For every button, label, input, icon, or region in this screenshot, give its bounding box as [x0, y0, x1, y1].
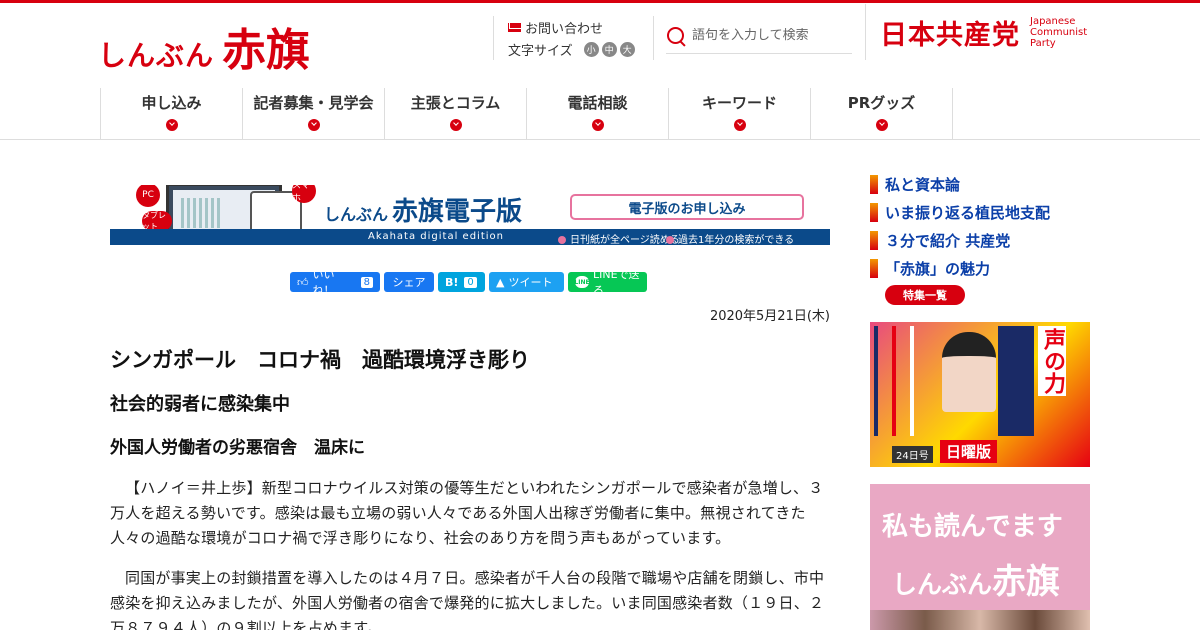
article-subtitle-1: 社会的弱者に感染集中 [110, 394, 290, 415]
nav-item-label: 申し込み [141, 94, 202, 112]
nav-item-label: 電話相談 [567, 94, 628, 112]
chevron-down-icon [449, 119, 462, 131]
link-bar-icon [870, 258, 878, 278]
nav-item-opinion[interactable]: 主張とコラム [385, 88, 527, 140]
banner-point-1: 日刊紙が全ページ読める [558, 231, 680, 246]
chevron-down-icon [733, 119, 746, 131]
sunday-ad-label: 日曜版 [940, 440, 998, 463]
chevron-down-icon [875, 119, 888, 131]
share-buttons: 👍︎ いいね！ 8 シェア B! 0 ▲ ツイート LINE LINEで送る [290, 268, 647, 297]
nav-item-apply[interactable]: 申し込み [101, 88, 243, 140]
article-paragraph-2: 同国が事実上の封鎖措置を導入したのは４月７日。感染者が千人台の段階で職場や店舗を… [110, 569, 825, 630]
search-input[interactable] [692, 28, 842, 43]
sunday-edition-ad[interactable]: 声の力 24日号 日曜版 [870, 322, 1090, 467]
tweet-button[interactable]: ▲ ツイート [489, 272, 564, 292]
search-box [666, 18, 852, 54]
header-utility: お問い合わせ 文字サイズ 小 中 大 [493, 16, 653, 60]
sidebar-link-label: いま振り返る植民地支配 [885, 203, 1051, 222]
nav-item-label: キーワード [701, 94, 777, 112]
line-icon: LINE [574, 276, 590, 288]
banner-subtitle-en: Akahata digital edition [368, 231, 504, 242]
banner-title: しんぶん 赤旗電子版 [324, 197, 523, 227]
chevron-down-icon [591, 119, 604, 131]
sunday-ad-date: 24日号 [892, 446, 933, 463]
link-bar-icon [870, 174, 878, 194]
font-size-label: 文字サイズ [508, 43, 573, 59]
party-logo[interactable]: 日本共産党 Japanese Communist Party [865, 4, 1105, 60]
font-size-medium-button[interactable]: 中 [601, 41, 617, 57]
article-paragraph-1: 【ハノイ＝井上歩】新型コロナウイルス対策の優等生だといわれたシンガポールで感染者… [110, 479, 824, 547]
font-size-large-button[interactable]: 大 [619, 41, 635, 57]
sunday-ad-title: 声の力 [1038, 326, 1066, 396]
link-bar-icon [870, 230, 878, 250]
search-icon[interactable] [666, 26, 686, 46]
facebook-share-button[interactable]: シェア [384, 272, 434, 292]
article-title: シンガポール コロナ禍 過酷環境浮き彫り [110, 348, 530, 372]
contact-link[interactable]: お問い合わせ [508, 16, 653, 38]
reader-campaign-ad[interactable]: 私も読んでます しんぶん赤旗 [870, 484, 1090, 630]
chevron-down-icon [165, 119, 178, 131]
nav-item-label: 記者募集・見学会 [253, 94, 374, 112]
nav-item-keyword[interactable]: キーワード [669, 88, 811, 140]
sidebar-link-party-intro[interactable]: ３分で紹介 共産党 [870, 226, 1100, 254]
sidebar-link-label: ３分で紹介 共産党 [885, 231, 1011, 250]
tablet-tag: タブレット [142, 211, 172, 229]
nav-item-recruit[interactable]: 記者募集・見学会 [243, 88, 385, 140]
party-name-en: Japanese Communist Party [1030, 15, 1088, 49]
sidebar-link-colonial[interactable]: いま振り返る植民地支配 [870, 198, 1100, 226]
thumbs-up-icon: 👍︎ [297, 275, 309, 289]
nav-item-goods[interactable]: PRグッズ [811, 88, 953, 140]
digital-apply-button[interactable]: 電子版のお申し込み [570, 194, 804, 220]
sidebar-link-akahata-appeal[interactable]: 「赤旗」の魅力 [870, 254, 1100, 282]
article-subtitle-2: 外国人労働者の劣悪宿舎 温床に [110, 438, 365, 458]
smartphone-tag: スマホ [292, 185, 316, 204]
sidebar-feature-links: 私と資本論 いま振り返る植民地支配 ３分で紹介 共産党 「赤旗」の魅力 [870, 170, 1100, 282]
banner-point-2: 過去1年分の検索ができる [666, 231, 794, 246]
facebook-like-button[interactable]: 👍︎ いいね！ 8 [290, 268, 380, 297]
chevron-down-icon [307, 119, 320, 131]
nav-item-label: 主張とコラム [410, 94, 501, 112]
pc-tag: PC [136, 185, 160, 207]
site-logo[interactable]: しんぶん 赤旗 [98, 14, 310, 78]
reader-ad-line1: 私も読んでます [882, 512, 1063, 542]
contact-label: お問い合わせ [525, 21, 604, 37]
like-count: 8 [360, 276, 373, 288]
logo-big-text: 赤旗 [222, 25, 311, 76]
hatena-bookmark-button[interactable]: B! 0 [438, 272, 485, 292]
font-size-control: 文字サイズ 小 中 大 [508, 38, 653, 60]
reader-ad-line2: しんぶん赤旗 [892, 562, 1061, 602]
mail-icon [508, 22, 521, 32]
hatena-icon: B! [445, 275, 459, 289]
nav-item-phone[interactable]: 電話相談 [527, 88, 669, 140]
search-area [653, 16, 865, 60]
party-name-jp: 日本共産党 [880, 19, 1020, 51]
article-date: 2020年5月21日(木) [709, 309, 830, 324]
font-size-small-button[interactable]: 小 [583, 41, 599, 57]
special-list-button[interactable]: 特集一覧 [885, 285, 965, 305]
sidebar-link-label: 「赤旗」の魅力 [885, 259, 991, 278]
line-share-button[interactable]: LINE LINEで送る [568, 268, 647, 297]
reader-photos-strip [870, 610, 1090, 630]
cover-portrait [942, 332, 996, 412]
twitter-bird-icon: ▲ [496, 275, 505, 289]
sidebar-link-capital[interactable]: 私と資本論 [870, 170, 1100, 198]
logo-small-text: しんぶん [98, 39, 215, 72]
main-nav: 申し込み 記者募集・見学会 主張とコラム 電話相談 キーワード PRグッズ [100, 88, 953, 140]
link-bar-icon [870, 202, 878, 222]
hatena-count: 0 [464, 276, 477, 288]
sidebar-link-label: 私と資本論 [885, 175, 961, 194]
nav-divider [0, 139, 1200, 140]
banner-subtitle-bar: Akahata digital edition 日刊紙が全ページ読める 過去1年… [110, 229, 830, 246]
top-accent-line [0, 0, 1200, 3]
nav-item-label: PRグッズ [847, 94, 916, 112]
